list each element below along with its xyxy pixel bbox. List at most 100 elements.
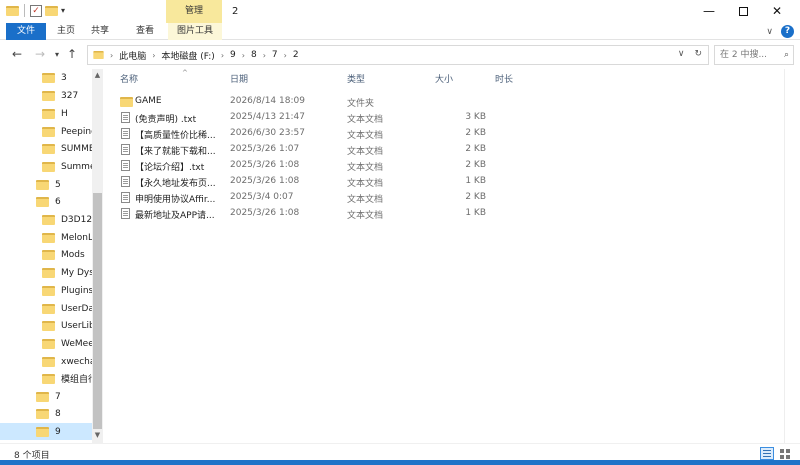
file-type: 文本文档 (347, 115, 384, 125)
refresh-button[interactable]: ↻ (694, 49, 702, 59)
details-view-icon[interactable] (760, 447, 774, 460)
nav-item-h[interactable]: H (42, 105, 92, 122)
file-type: 文本文档 (347, 147, 384, 157)
folder-icon (42, 249, 55, 260)
file-row[interactable]: (免责声明) .txt 2025/4/13 21:47 文本文档 3 KB (116, 109, 566, 125)
expand-ribbon-button[interactable]: ∨ (766, 27, 773, 37)
nav-item-3[interactable]: 3 (42, 69, 92, 86)
nav-item-327[interactable]: 327 (42, 87, 92, 104)
nav-item-xwechat[interactable]: xwechat (42, 353, 92, 370)
tab-picture-tools[interactable]: 图片工具 (168, 23, 222, 40)
breadcrumb-this-pc[interactable]: 此电脑 (119, 49, 146, 62)
chevron-right-icon[interactable]: › (221, 51, 224, 60)
nav-item-mods-self[interactable]: 模组自行 (42, 370, 92, 387)
chevron-right-icon: › (110, 50, 114, 60)
properties-icon[interactable]: ✓ (30, 4, 42, 17)
recent-locations-button[interactable]: ▾ (55, 50, 59, 59)
address-dropdown-button[interactable]: ∨ (678, 49, 685, 59)
search-icon: ⌕ (783, 50, 789, 60)
address-bar[interactable]: › 此电脑 › 本地磁盘 (F:) › 9 › 8 › 7 › 2 ∨ ↻ (87, 45, 709, 65)
chevron-right-icon[interactable]: › (263, 51, 266, 60)
scroll-down-icon[interactable]: ▼ (93, 431, 102, 439)
text-file-icon (121, 112, 130, 123)
nav-item-label: 3 (61, 72, 67, 83)
breadcrumb-drive[interactable]: 本地磁盘 (F:) (161, 49, 214, 62)
nav-item-d3d12[interactable]: D3D12 (42, 211, 92, 228)
tab-home[interactable]: 主页 (50, 23, 82, 40)
nav-item-label: WeMeet (61, 338, 92, 349)
new-folder-icon[interactable] (45, 5, 58, 16)
breadcrumb-9[interactable]: 9 (230, 50, 236, 60)
file-row[interactable]: 最新地址及APP请... 2025/3/26 1:08 文本文档 1 KB (116, 205, 566, 221)
file-row[interactable]: 【来了就能下载和... 2025/3/26 1:07 文本文档 2 KB (116, 141, 566, 157)
tab-file[interactable]: 文件 (6, 23, 46, 40)
file-name: 【来了就能下载和... (135, 147, 216, 157)
nav-item-6[interactable]: 6 (36, 193, 92, 210)
chevron-right-icon[interactable]: › (284, 51, 287, 60)
nav-item-summe[interactable]: SUMME (42, 140, 92, 157)
nav-item-userlibs[interactable]: UserLibs (42, 317, 92, 334)
file-size: 2 KB (465, 144, 486, 154)
file-date: 2026/8/14 18:09 (230, 96, 305, 106)
nav-item-melonloader[interactable]: MelonLo (42, 229, 92, 246)
nav-item-my-dyst[interactable]: My Dyst (42, 264, 92, 281)
large-icons-view-icon[interactable] (778, 447, 792, 460)
nav-item-label: 8 (55, 408, 61, 419)
nav-item-8[interactable]: 8 (36, 405, 92, 422)
column-header-date[interactable]: 日期 (230, 72, 248, 85)
nav-item-9[interactable]: 9 (0, 423, 92, 440)
file-row[interactable]: 【永久地址发布页... 2025/3/26 1:08 文本文档 1 KB (116, 173, 566, 189)
text-file-icon (121, 160, 130, 171)
file-name: 【论坛介绍】.txt (135, 163, 205, 173)
forward-button[interactable]: → (35, 47, 45, 61)
customize-toolbar-icon[interactable]: ▾ (61, 6, 65, 15)
nav-item-5[interactable]: 5 (36, 176, 92, 193)
nav-item-7[interactable]: 7 (36, 388, 92, 405)
chevron-right-icon[interactable]: › (152, 51, 155, 60)
nav-item-label: H (61, 108, 68, 119)
file-date: 2025/3/26 1:08 (230, 160, 300, 170)
help-button[interactable]: ? (781, 25, 794, 38)
file-name: 最新地址及APP请... (135, 211, 215, 221)
close-button[interactable]: ✕ (754, 0, 800, 23)
nav-item-label: 5 (55, 179, 61, 190)
nav-item-peeping[interactable]: Peeping (42, 123, 92, 140)
file-date: 2025/3/26 1:08 (230, 208, 300, 218)
tab-share[interactable]: 共享 (84, 23, 116, 40)
folder-icon (42, 214, 55, 225)
file-row[interactable]: 【高质量性价比稀... 2026/6/30 23:57 文本文档 2 KB (116, 125, 566, 141)
navigation-pane[interactable]: 3 327 H Peeping SUMME Summer 5 6 D3D12 M… (0, 69, 103, 443)
nav-item-summer[interactable]: Summer (42, 158, 92, 175)
text-file-icon (121, 176, 130, 187)
nav-item-plugins[interactable]: Plugins (42, 282, 92, 299)
folder-icon (42, 108, 55, 119)
text-file-icon (121, 128, 130, 139)
tab-view[interactable]: 查看 (128, 23, 162, 40)
nav-item-label: My Dyst (61, 267, 92, 278)
search-input[interactable]: 在 2 中搜... ⌕ (714, 45, 794, 65)
nav-scrollbar-thumb[interactable] (93, 193, 102, 429)
tab-manage[interactable]: 管理 (166, 0, 222, 23)
up-button[interactable]: ↑ (67, 47, 77, 61)
file-type: 文本文档 (347, 179, 384, 189)
column-header-name[interactable]: 名称 ^ (120, 69, 188, 85)
folder-icon (93, 51, 104, 59)
nav-item-userdata[interactable]: UserDat (42, 300, 92, 317)
nav-item-wemeet[interactable]: WeMeet (42, 335, 92, 352)
back-button[interactable]: ← (12, 47, 22, 61)
chevron-right-icon[interactable]: › (242, 51, 245, 60)
file-row[interactable]: 【论坛介绍】.txt 2025/3/26 1:08 文本文档 2 KB (116, 157, 566, 173)
maximize-icon (738, 7, 748, 16)
breadcrumb-2[interactable]: 2 (293, 50, 299, 60)
column-header-size[interactable]: 大小 (435, 72, 453, 85)
nav-item-mods[interactable]: Mods (42, 246, 92, 263)
scroll-up-icon[interactable]: ▲ (93, 71, 102, 79)
column-header-type[interactable]: 类型 (347, 72, 365, 85)
file-row[interactable]: GAME 2026/8/14 18:09 文件夹 (116, 93, 566, 109)
breadcrumb-7[interactable]: 7 (272, 50, 278, 60)
file-row[interactable]: 申明使用协议Affir... 2025/3/4 0:07 文本文档 2 KB (116, 189, 566, 205)
column-header-duration[interactable]: 时长 (495, 72, 513, 85)
folder-icon (36, 426, 49, 437)
file-name: 【永久地址发布页... (135, 179, 216, 189)
breadcrumb-8[interactable]: 8 (251, 50, 257, 60)
